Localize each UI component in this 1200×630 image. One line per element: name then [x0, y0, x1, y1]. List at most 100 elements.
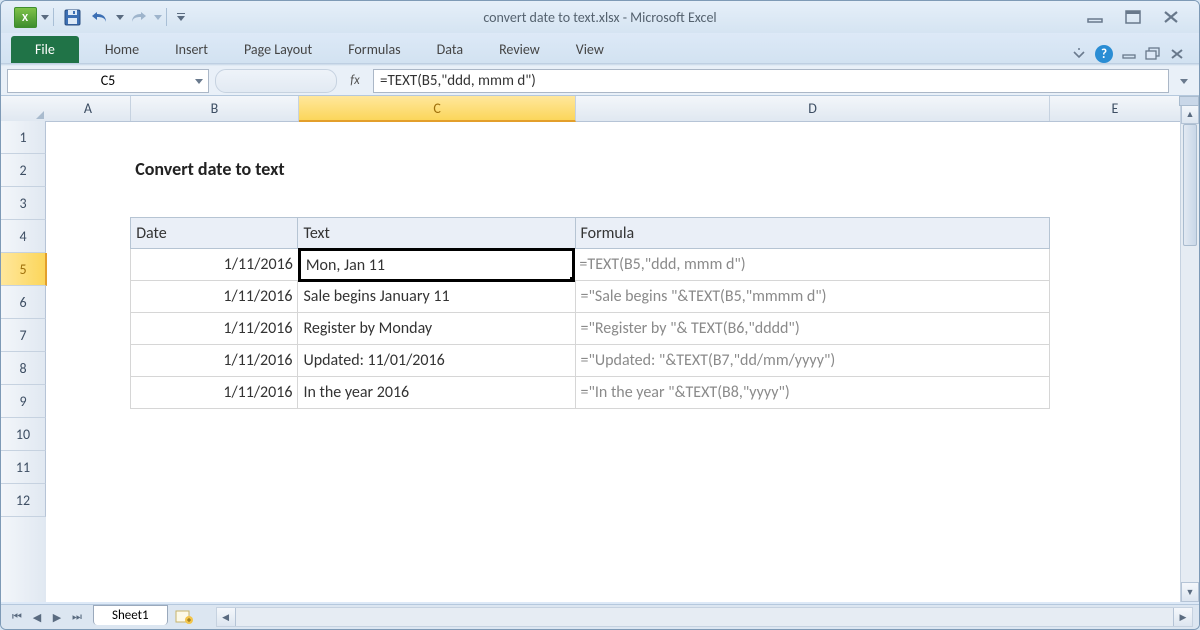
table-header-formula[interactable]: Formula: [576, 217, 1051, 249]
workbook-restore-button[interactable]: [1145, 46, 1161, 62]
row-header-2[interactable]: 2: [1, 154, 46, 187]
row-header-10[interactable]: 10: [1, 418, 46, 451]
cell-A5[interactable]: [46, 249, 130, 281]
col-header-C[interactable]: C: [299, 96, 576, 122]
scroll-up-button[interactable]: ▲: [1181, 104, 1199, 124]
cells-area[interactable]: Convert date to text Date Text Formula: [46, 121, 1181, 602]
cell-C10[interactable]: [298, 409, 575, 441]
sheet-nav-last-icon[interactable]: ⏭: [67, 608, 87, 626]
col-header-D[interactable]: D: [576, 96, 1050, 121]
cell-E1[interactable]: [1050, 121, 1181, 153]
scroll-right-button[interactable]: ▶: [1173, 608, 1192, 626]
redo-dropdown-icon[interactable]: [154, 13, 162, 21]
scroll-left-button[interactable]: ◀: [217, 608, 236, 626]
cell-E7[interactable]: [1050, 313, 1181, 345]
home-tab[interactable]: Home: [87, 36, 157, 63]
cell-C8[interactable]: Updated: 11/01/2016: [298, 345, 575, 377]
cell-D12[interactable]: [575, 473, 1050, 505]
cell-A2[interactable]: [46, 153, 130, 185]
cell-A10[interactable]: [46, 409, 130, 441]
cell-B9[interactable]: 1/11/2016: [130, 377, 298, 409]
maximize-button[interactable]: [1123, 9, 1143, 25]
cell-A7[interactable]: [46, 313, 130, 345]
undo-icon[interactable]: [86, 6, 114, 28]
cell-E11[interactable]: [1050, 441, 1181, 473]
cell-A4[interactable]: [46, 217, 130, 249]
row-header-4[interactable]: 4: [1, 220, 46, 253]
formula-input[interactable]: =TEXT(B5,"ddd, mmm d"): [373, 69, 1169, 93]
qat-logo-dropdown-icon[interactable]: [41, 13, 49, 21]
cell-D10[interactable]: [575, 409, 1050, 441]
cell-B7[interactable]: 1/11/2016: [130, 313, 298, 345]
file-tab[interactable]: File: [11, 36, 79, 63]
workbook-close-button[interactable]: [1169, 46, 1185, 62]
new-sheet-icon[interactable]: [174, 609, 196, 625]
cell-E6[interactable]: [1050, 281, 1181, 313]
row-header-12[interactable]: 12: [1, 484, 46, 517]
cell-A3[interactable]: [46, 185, 130, 217]
cell-A11[interactable]: [46, 441, 130, 473]
cell-C7[interactable]: Register by Monday: [298, 313, 575, 345]
cell-D3[interactable]: [575, 185, 1050, 217]
cell-E8[interactable]: [1050, 345, 1181, 377]
cell-E10[interactable]: [1050, 409, 1181, 441]
cell-A9[interactable]: [46, 377, 130, 409]
cell-D1[interactable]: [575, 121, 1050, 153]
insert-function-button[interactable]: fx: [343, 71, 367, 91]
save-icon[interactable]: [58, 6, 86, 28]
table-header-text[interactable]: Text: [298, 217, 575, 249]
cell-E5[interactable]: [1050, 249, 1181, 281]
sheet-nav-first-icon[interactable]: ⏮: [7, 608, 27, 626]
cell-C9[interactable]: In the year 2016: [298, 377, 575, 409]
cell-D11[interactable]: [575, 441, 1050, 473]
cell-D7[interactable]: ="Register by "& TEXT(B6,"dddd"): [576, 313, 1051, 345]
redo-icon[interactable]: [124, 6, 152, 28]
vertical-scroll-thumb[interactable]: [1183, 124, 1197, 246]
cell-D9[interactable]: ="In the year "&TEXT(B8,"yyyy"): [576, 377, 1051, 409]
heading-cell[interactable]: Convert date to text: [130, 153, 1050, 185]
cell-E9[interactable]: [1050, 377, 1181, 409]
sheet-tab-sheet1[interactable]: Sheet1: [93, 605, 168, 625]
cell-E12[interactable]: [1050, 473, 1181, 505]
ribbon-minimize-icon[interactable]: [1071, 46, 1087, 62]
cell-E4[interactable]: [1050, 217, 1181, 249]
cell-D8[interactable]: ="Updated: "&TEXT(B7,"dd/mm/yyyy"): [576, 345, 1051, 377]
row-header-3[interactable]: 3: [1, 187, 46, 220]
cell-B12[interactable]: [130, 473, 298, 505]
vertical-scrollbar[interactable]: ▲ ▼: [1180, 96, 1199, 602]
name-box-dropdown-icon[interactable]: [194, 76, 204, 86]
cell-C1[interactable]: [298, 121, 575, 153]
data-tab[interactable]: Data: [419, 36, 481, 63]
cell-B10[interactable]: [130, 409, 298, 441]
row-header-1[interactable]: 1: [1, 121, 46, 154]
table-header-date[interactable]: Date: [130, 217, 298, 249]
sheet-nav-next-icon[interactable]: ▶: [47, 608, 67, 626]
cell-C5[interactable]: Mon, Jan 11: [298, 248, 576, 282]
cell-B11[interactable]: [130, 441, 298, 473]
row-header-7[interactable]: 7: [1, 319, 46, 352]
minimize-button[interactable]: [1085, 9, 1105, 25]
excel-logo-icon[interactable]: [11, 6, 39, 28]
split-handle[interactable]: [1179, 96, 1199, 106]
cell-A6[interactable]: [46, 281, 130, 313]
qat-customize-dropdown-icon[interactable]: [177, 13, 185, 21]
insert-tab[interactable]: Insert: [157, 36, 226, 63]
formulas-tab[interactable]: Formulas: [330, 36, 418, 63]
help-icon[interactable]: ?: [1095, 45, 1113, 63]
review-tab[interactable]: Review: [481, 36, 558, 63]
cell-C12[interactable]: [298, 473, 575, 505]
sheet-nav-prev-icon[interactable]: ◀: [27, 608, 47, 626]
cell-E3[interactable]: [1050, 185, 1181, 217]
cell-B5[interactable]: 1/11/2016: [130, 249, 299, 281]
row-header-11[interactable]: 11: [1, 451, 46, 484]
close-button[interactable]: [1161, 9, 1181, 25]
horizontal-scrollbar[interactable]: ◀ ▶: [216, 607, 1193, 627]
col-header-B[interactable]: B: [131, 96, 299, 121]
row-header-6[interactable]: 6: [1, 286, 46, 319]
name-box[interactable]: C5: [7, 69, 209, 93]
page-layout-tab[interactable]: Page Layout: [226, 36, 330, 63]
row-header-5[interactable]: 5: [1, 253, 47, 286]
cell-B1[interactable]: [130, 121, 298, 153]
cell-B3[interactable]: [130, 185, 298, 217]
cell-A1[interactable]: [46, 121, 130, 153]
